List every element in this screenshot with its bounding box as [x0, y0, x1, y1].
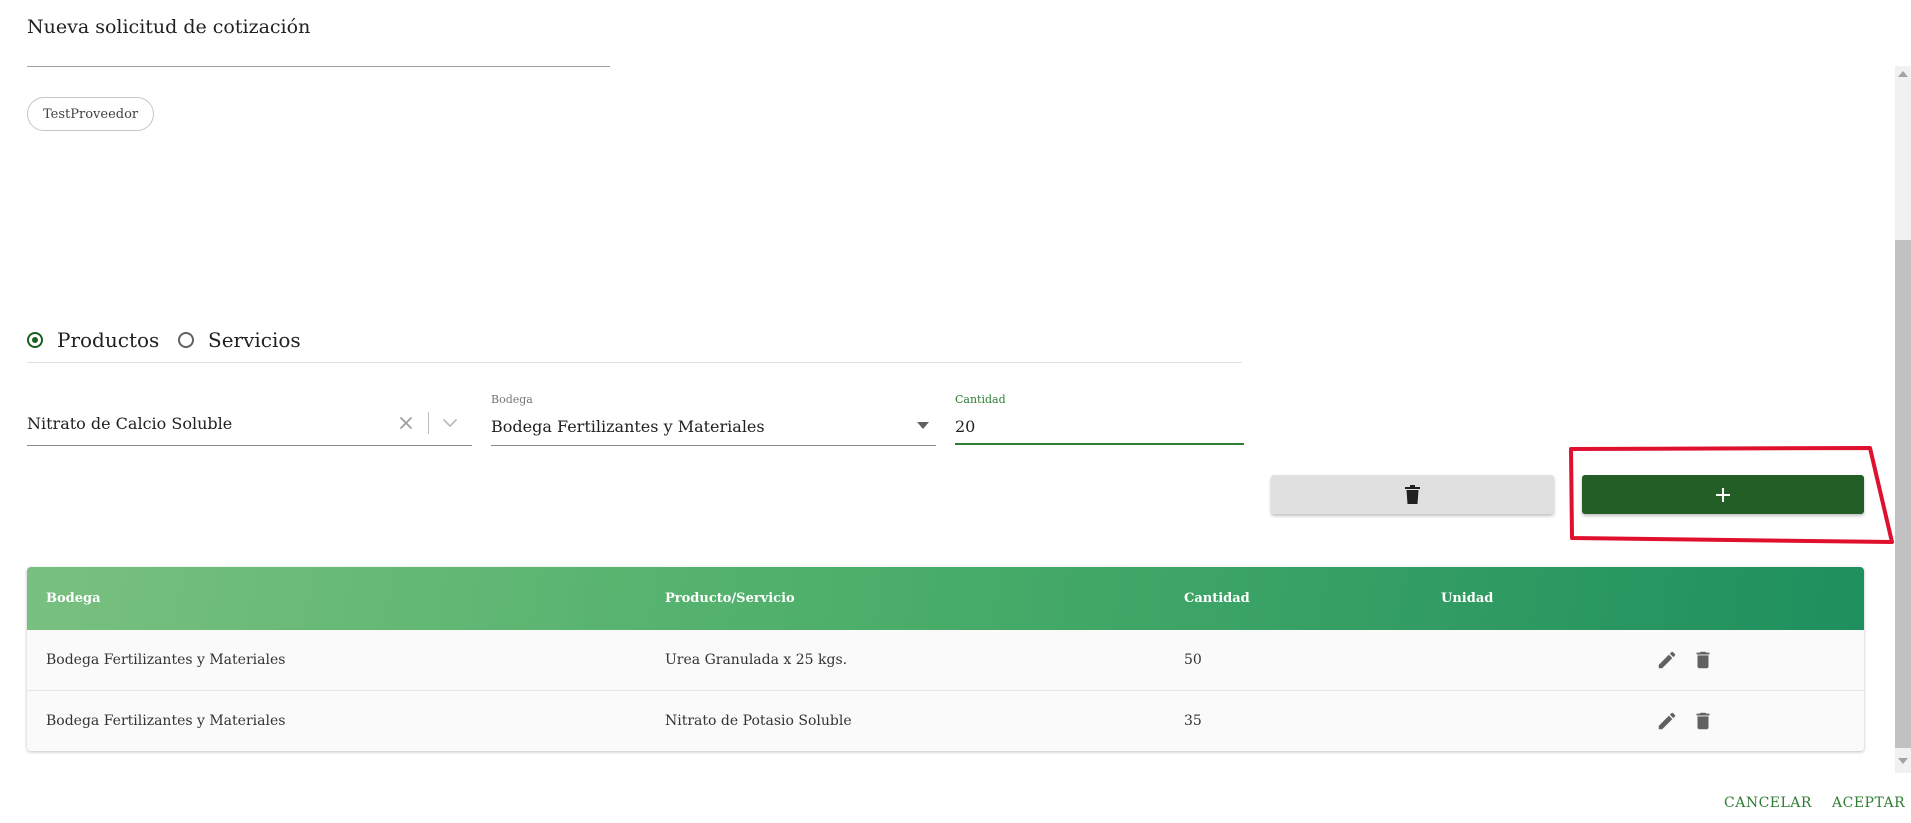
edit-icon[interactable]: [1656, 710, 1678, 732]
supplier-chip[interactable]: TestProveedor: [27, 97, 155, 131]
table-row: Bodega Fertilizantes y Materiales Nitrat…: [27, 691, 1864, 751]
radio-productos-label: Productos: [57, 328, 160, 352]
scroll-down-icon[interactable]: [1898, 757, 1908, 765]
cell-producto: Urea Granulada x 25 kgs.: [665, 652, 848, 668]
product-input-underline: [27, 445, 472, 446]
autocomplete-separator: [428, 412, 429, 434]
cell-producto: Nitrato de Potasio Soluble: [665, 713, 852, 729]
warehouse-select[interactable]: Bodega Fertilizantes y Materiales: [491, 417, 765, 436]
quantity-label: Cantidad: [955, 393, 1006, 406]
title-divider: [27, 66, 610, 67]
table-header: Bodega Producto/Servicio Cantidad Unidad: [27, 567, 1864, 630]
accept-button[interactable]: ACEPTAR: [1832, 795, 1905, 811]
radio-divider: [27, 362, 1242, 363]
trash-icon: [1405, 485, 1420, 504]
column-header-cantidad: Cantidad: [1184, 591, 1250, 606]
highlight-annotation: [1569, 446, 1894, 544]
quantity-input-underline: [955, 443, 1244, 445]
trash-icon[interactable]: [1692, 649, 1714, 671]
cell-bodega: Bodega Fertilizantes y Materiales: [46, 652, 286, 668]
radio-servicios[interactable]: Servicios: [178, 325, 301, 355]
quantity-input[interactable]: 20: [955, 417, 975, 436]
cell-cantidad: 50: [1184, 652, 1202, 668]
column-header-unidad: Unidad: [1441, 591, 1494, 606]
cell-cantidad: 35: [1184, 713, 1202, 729]
radio-servicios-label: Servicios: [208, 328, 301, 352]
dropdown-arrow-icon[interactable]: [917, 422, 929, 430]
scroll-up-icon[interactable]: [1898, 70, 1908, 78]
chevron-down-icon[interactable]: [442, 418, 458, 428]
radio-productos[interactable]: Productos: [27, 325, 159, 355]
warehouse-label: Bodega: [491, 393, 533, 406]
clear-icon[interactable]: [399, 416, 413, 430]
edit-icon[interactable]: [1656, 649, 1678, 671]
cancel-button[interactable]: CANCELAR: [1724, 795, 1812, 811]
product-input[interactable]: Nitrato de Calcio Soluble: [27, 414, 232, 433]
radio-checked-icon[interactable]: [27, 332, 43, 348]
cell-bodega: Bodega Fertilizantes y Materiales: [46, 713, 286, 729]
warehouse-select-underline: [491, 445, 936, 446]
dialog-title: Nueva solicitud de cotización: [27, 16, 311, 38]
delete-button[interactable]: [1271, 475, 1554, 514]
items-table: Bodega Producto/Servicio Cantidad Unidad…: [27, 567, 1864, 751]
scrollbar-thumb[interactable]: [1895, 240, 1911, 748]
trash-icon[interactable]: [1692, 710, 1714, 732]
column-header-bodega: Bodega: [46, 591, 101, 606]
radio-unchecked-icon[interactable]: [178, 332, 194, 348]
table-row: Bodega Fertilizantes y Materiales Urea G…: [27, 630, 1864, 691]
column-header-producto: Producto/Servicio: [665, 591, 795, 606]
